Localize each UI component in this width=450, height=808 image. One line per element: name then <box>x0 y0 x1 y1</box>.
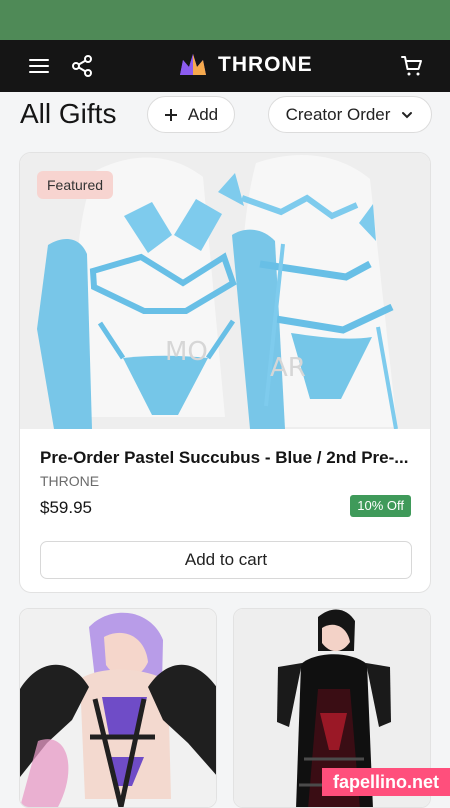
brand-name: THRONE <box>218 53 313 76</box>
product-title[interactable]: Pre-Order Pastel Succubus - Blue / 2nd P… <box>40 448 415 468</box>
site-watermark: fapellino.net <box>322 768 450 796</box>
cart-icon[interactable] <box>400 54 424 78</box>
featured-product-card[interactable]: MO AR Featured Pre-Order Pastel Succubus… <box>19 152 431 593</box>
add-button-label: Add <box>187 104 219 124</box>
svg-text:AR: AR <box>270 353 306 383</box>
discount-badge: 10% Off <box>350 495 411 517</box>
plus-icon <box>164 108 177 121</box>
sort-dropdown[interactable]: Creator Order <box>268 96 432 133</box>
status-bar <box>0 0 450 40</box>
menu-icon[interactable] <box>27 54 51 78</box>
featured-badge: Featured <box>37 171 114 199</box>
svg-text:MO: MO <box>165 337 208 367</box>
product-card-left[interactable] <box>19 608 217 808</box>
product-image-left <box>20 609 216 807</box>
throne-logo[interactable]: THRONE <box>178 52 313 78</box>
share-icon[interactable] <box>70 54 94 78</box>
page-title: All Gifts <box>20 98 117 129</box>
product-image[interactable]: MO AR Featured <box>20 153 430 429</box>
add-gift-button[interactable]: Add <box>147 96 235 133</box>
sort-label: Creator Order <box>285 104 391 124</box>
app-header: THRONE <box>0 40 450 92</box>
product-seller: THRONE <box>40 473 100 489</box>
add-to-cart-button[interactable]: Add to cart <box>40 541 412 579</box>
product-price: $59.95 <box>40 498 92 517</box>
crown-icon <box>180 54 206 75</box>
gifts-toolbar: All Gifts Add Creator Order <box>0 92 450 140</box>
chevron-down-icon <box>402 111 413 118</box>
